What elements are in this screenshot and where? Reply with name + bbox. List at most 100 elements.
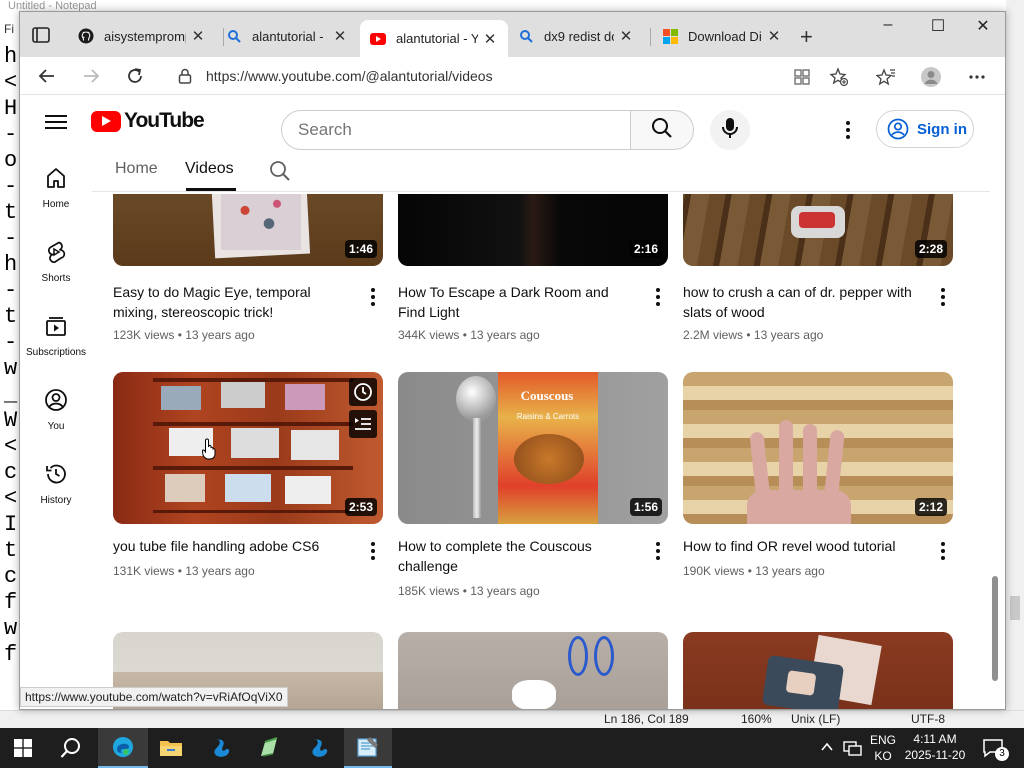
network-icon[interactable] [843, 739, 863, 762]
guide-item-history[interactable]: History [20, 448, 92, 508]
notepad-scrollbar[interactable] [1006, 0, 1024, 728]
video-card-hovered[interactable]: 2:53 you tube file handling adobe CS6 13… [113, 372, 383, 578]
menu-icon[interactable] [45, 112, 67, 134]
address-bar[interactable]: https://www.youtube.com/@alantutorial/vi… [170, 60, 850, 92]
tab-search-dx9[interactable]: dx9 redist dow ✕ [508, 20, 644, 52]
forward-button[interactable] [78, 63, 104, 89]
app-available-icon[interactable] [791, 66, 813, 88]
video-title[interactable]: How To Escape a Dark Room and Find Light [398, 282, 630, 322]
app-swan-icon-2[interactable] [296, 728, 342, 768]
tab-microsoft-download[interactable]: Download Dire ✕ [652, 20, 792, 52]
video-thumbnail[interactable] [683, 632, 953, 709]
video-action-menu-icon[interactable] [937, 285, 949, 309]
video-thumbnail[interactable]: 1:46 [113, 194, 383, 266]
video-duration: 1:46 [344, 240, 377, 258]
video-title[interactable]: How to complete the Couscous challenge [398, 536, 630, 576]
youtube-page: YouTube Sign in Home [20, 96, 1005, 709]
file-explorer-icon[interactable] [148, 728, 194, 768]
video-title[interactable]: how to crush a can of dr. pepper with sl… [683, 282, 915, 322]
tab-videos[interactable]: Videos [185, 160, 234, 178]
back-button[interactable] [34, 63, 60, 89]
video-thumbnail[interactable]: 2:12 [683, 372, 953, 524]
clock[interactable]: 4:11 AM 2025-11-20 [900, 732, 970, 762]
video-thumbnail[interactable]: 2:28 [683, 194, 953, 266]
tab-youtube-active[interactable]: alantutorial - Y ✕ [360, 20, 508, 57]
guide-item-you[interactable]: You [20, 374, 92, 434]
tab-close-icon[interactable]: ✕ [618, 27, 634, 45]
close-window-button[interactable]: ✕ [961, 16, 1005, 36]
video-card[interactable]: 2:28 [683, 194, 953, 266]
video-card[interactable]: 2:16 [398, 194, 668, 266]
video-title[interactable]: How to find OR revel wood tutorial [683, 536, 915, 556]
notepad-line-fragment: f [4, 642, 18, 667]
line-ending: Unix (LF) [791, 712, 841, 726]
input-language[interactable]: ENG KO [868, 733, 898, 763]
video-action-menu-icon[interactable] [937, 539, 949, 563]
watch-later-icon[interactable] [349, 378, 377, 406]
search-button[interactable] [630, 110, 694, 150]
channel-search-icon[interactable] [268, 159, 292, 183]
voice-search-button[interactable] [710, 110, 750, 150]
video-thumbnail[interactable]: 2:16 [398, 194, 668, 266]
notepad-plus-icon[interactable] [246, 728, 292, 768]
video-thumbnail[interactable]: Couscous Raisins & Carrots 1:56 [398, 372, 668, 524]
notepad-line-fragment: t [4, 200, 18, 225]
video-thumbnail[interactable] [398, 632, 668, 709]
video-card[interactable]: Couscous Raisins & Carrots 1:56 How to c… [398, 372, 668, 598]
add-to-queue-icon[interactable] [349, 410, 377, 438]
lock-icon[interactable] [178, 68, 192, 89]
notepad-line-fragment: < [4, 434, 18, 459]
app-swan-icon[interactable] [198, 728, 244, 768]
notepad-line-fragment: t [4, 304, 18, 329]
youtube-logo[interactable]: YouTube [91, 109, 205, 133]
settings-more-icon[interactable] [966, 66, 988, 88]
notepad-menu-file[interactable]: Fi [4, 22, 14, 36]
add-favorite-icon[interactable] [828, 66, 850, 88]
maximize-button[interactable]: ☐ [916, 16, 960, 36]
settings-kebab-icon[interactable] [838, 116, 858, 144]
tray-chevron-icon[interactable] [820, 740, 834, 759]
guide-label: History [40, 495, 72, 506]
favorites-icon[interactable] [875, 66, 897, 88]
video-thumbnail[interactable]: 2:53 [113, 372, 383, 524]
search-icon[interactable] [48, 728, 94, 768]
tab-close-icon[interactable]: ✕ [766, 27, 782, 45]
notepad-text-area[interactable]: h < H - o - t - h - t - w _ W < c < It c f w f [0, 44, 20, 668]
guide-item-subscriptions[interactable]: Subscriptions [20, 300, 92, 360]
tab-home[interactable]: Home [115, 160, 158, 178]
tab-close-icon[interactable]: ✕ [332, 27, 348, 45]
video-card[interactable] [398, 632, 668, 709]
notepad-line-fragment: - [4, 330, 18, 355]
profile-icon[interactable] [920, 66, 942, 88]
notepad-icon[interactable] [344, 728, 392, 768]
video-card[interactable] [683, 632, 953, 709]
guide-item-home[interactable]: Home [20, 152, 92, 212]
tab-search-alantutorial[interactable]: alantutorial - S ✕ [216, 20, 358, 52]
video-title[interactable]: you tube file handling adobe CS6 [113, 536, 345, 556]
microsoft-icon [662, 28, 678, 44]
video-card[interactable]: 2:12 How to find OR revel wood tutorial … [683, 372, 953, 578]
video-action-menu-icon[interactable] [367, 539, 379, 563]
video-card[interactable]: 1:46 [113, 194, 383, 266]
page-scrollbar[interactable] [992, 576, 998, 681]
tab-actions-icon[interactable] [30, 25, 54, 45]
refresh-button[interactable] [122, 63, 148, 89]
tab-close-icon[interactable]: ✕ [190, 27, 206, 45]
video-action-menu-icon[interactable] [652, 285, 664, 309]
account-circle-icon [887, 118, 909, 140]
video-action-menu-icon[interactable] [652, 539, 664, 563]
guide-item-shorts[interactable]: Shorts [20, 226, 92, 286]
tab-label: alantutorial - S [252, 28, 328, 44]
video-title[interactable]: Easy to do Magic Eye, temporal mixing, s… [113, 282, 345, 322]
start-icon[interactable] [0, 728, 46, 768]
couscous-box-text: Couscous [520, 388, 574, 403]
notifications-icon[interactable]: 3 [982, 738, 1009, 761]
sign-in-button[interactable]: Sign in [876, 110, 974, 148]
minimize-button[interactable]: – [866, 16, 910, 34]
search-input[interactable] [298, 120, 598, 140]
edge-icon[interactable] [98, 728, 148, 768]
tab-close-icon[interactable]: ✕ [482, 30, 498, 48]
video-action-menu-icon[interactable] [367, 285, 379, 309]
new-tab-button[interactable]: + [800, 24, 813, 50]
tab-github[interactable]: aisystempromp ✕ [68, 20, 216, 52]
